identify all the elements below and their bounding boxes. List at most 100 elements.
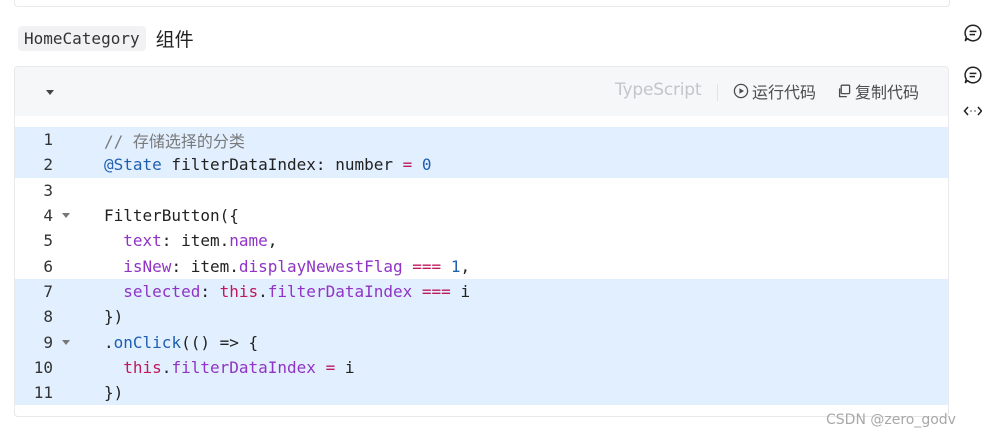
play-circle-icon — [733, 83, 749, 99]
code-line: 8}) — [15, 304, 948, 330]
component-name-code: HomeCategory — [18, 25, 146, 51]
comment-icon — [964, 24, 982, 42]
code-line: 5 text: item.name, — [15, 228, 948, 253]
line-number: 11 — [33, 383, 53, 403]
caret-down-icon — [46, 89, 54, 95]
code-token: displayNewestFlag — [238, 256, 403, 276]
line-number: 2 — [43, 155, 53, 175]
fold-toggle[interactable] — [53, 339, 79, 345]
code-line: 10 this.filterDataIndex = i — [15, 354, 948, 380]
run-code-button[interactable]: 运行代码 — [733, 79, 816, 103]
language-label: TypeScript — [615, 80, 702, 100]
code-token: this — [123, 357, 162, 377]
code-token: // 存储选择的分类 — [104, 131, 245, 151]
heading-suffix: 组件 — [155, 28, 194, 51]
line-number: 5 — [43, 231, 53, 251]
code-token: name — [229, 231, 268, 251]
line-number: 3 — [43, 180, 53, 200]
code-token: = — [325, 357, 336, 377]
code-line: 9 .onClick(() => { — [15, 329, 948, 355]
code-token: , — [460, 256, 471, 276]
run-code-label: 运行代码 — [752, 83, 817, 102]
code-token: filterDataIndex: number — [161, 155, 403, 175]
code-token: 0 — [421, 155, 432, 175]
code-line: 1 // 存储选择的分类 — [15, 127, 948, 153]
code-token: filterDataIndex — [171, 357, 316, 377]
line-number: 10 — [33, 357, 53, 377]
code-token: }) — [104, 307, 124, 327]
code-token: text — [123, 231, 162, 251]
toolbar-divider — [717, 84, 718, 101]
code-token: . — [161, 357, 172, 377]
code-text: @State filterDataIndex: number = 0 — [79, 155, 432, 174]
collapse-toggle[interactable] — [44, 86, 56, 98]
section-heading: HomeCategory 组件 — [18, 24, 194, 52]
code-text: // 存储选择的分类 — [79, 128, 245, 152]
code-text: this.filterDataIndex = i — [79, 358, 354, 377]
copy-code-label: 复制代码 — [855, 83, 920, 102]
code-token: : — [200, 281, 220, 301]
line-number: 6 — [43, 256, 53, 276]
code-line: 4 FilterButton({ — [15, 203, 948, 228]
code-text: FilterButton({ — [79, 206, 239, 225]
code-text: isNew: item.displayNewestFlag === 1, — [79, 257, 470, 276]
line-number: 7 — [43, 281, 53, 301]
expand-width-button[interactable] — [962, 100, 982, 122]
code-text: text: item.name, — [79, 231, 277, 250]
code-text: selected: this.filterDataIndex === i — [79, 282, 470, 301]
code-token: }) — [104, 383, 124, 403]
code-token: onClick — [113, 332, 182, 352]
code-line: 6 isNew: item.displayNewestFlag === 1, — [15, 253, 948, 278]
previous-code-block-edge — [14, 0, 950, 7]
code-token: FilterButton({ — [104, 206, 239, 226]
comment-button[interactable] — [962, 22, 982, 44]
code-line: 11}) — [15, 379, 948, 406]
watermark: CSDN @zero_godv — [826, 412, 956, 428]
copy-code-button[interactable]: 复制代码 — [836, 79, 919, 103]
code-block: TypeScript 运行代码 复制代码 1 // 存储选择的分类 2 @State … — [14, 66, 949, 417]
fold-caret-icon — [62, 213, 70, 219]
code-token: selected — [123, 281, 201, 301]
code-token: === — [412, 256, 442, 276]
code-token: this — [219, 281, 259, 301]
code-token: . — [104, 332, 114, 352]
code-token: @State — [104, 155, 162, 175]
line-number: 4 — [43, 206, 53, 226]
code-line: 3 — [15, 178, 948, 203]
code-token: = — [402, 155, 413, 175]
line-number: 9 — [43, 332, 53, 352]
line-number: 8 — [43, 307, 53, 327]
code-text: .onClick(() => { — [79, 333, 258, 352]
line-number: 1 — [43, 130, 53, 150]
code-token: : item. — [161, 231, 230, 251]
copy-icon — [838, 84, 851, 98]
code-token: (() => { — [181, 332, 259, 352]
code-line: 7 selected: this.filterDataIndex === i — [15, 278, 948, 305]
expand-horizontal-icon — [963, 106, 982, 116]
code-token: i — [335, 357, 355, 377]
fold-caret-icon — [62, 339, 70, 345]
code-token: , — [267, 231, 278, 251]
code-text: }) — [79, 307, 123, 326]
code-line: 2 @State filterDataIndex: number = 0 — [15, 152, 948, 178]
code-body: 1 // 存储选择的分类 2 @State filterDataIndex: numb… — [15, 127, 948, 406]
code-token: . — [258, 281, 268, 301]
comment-icon — [964, 66, 982, 84]
code-text: }) — [79, 383, 123, 402]
code-toolbar: TypeScript 运行代码 复制代码 — [15, 67, 948, 116]
code-token: i — [450, 281, 471, 301]
code-token: filterDataIndex — [267, 281, 413, 301]
code-token: isNew — [123, 256, 172, 276]
fold-toggle[interactable] — [53, 213, 79, 219]
code-token: : item. — [171, 256, 239, 276]
comment-button[interactable] — [962, 64, 982, 86]
